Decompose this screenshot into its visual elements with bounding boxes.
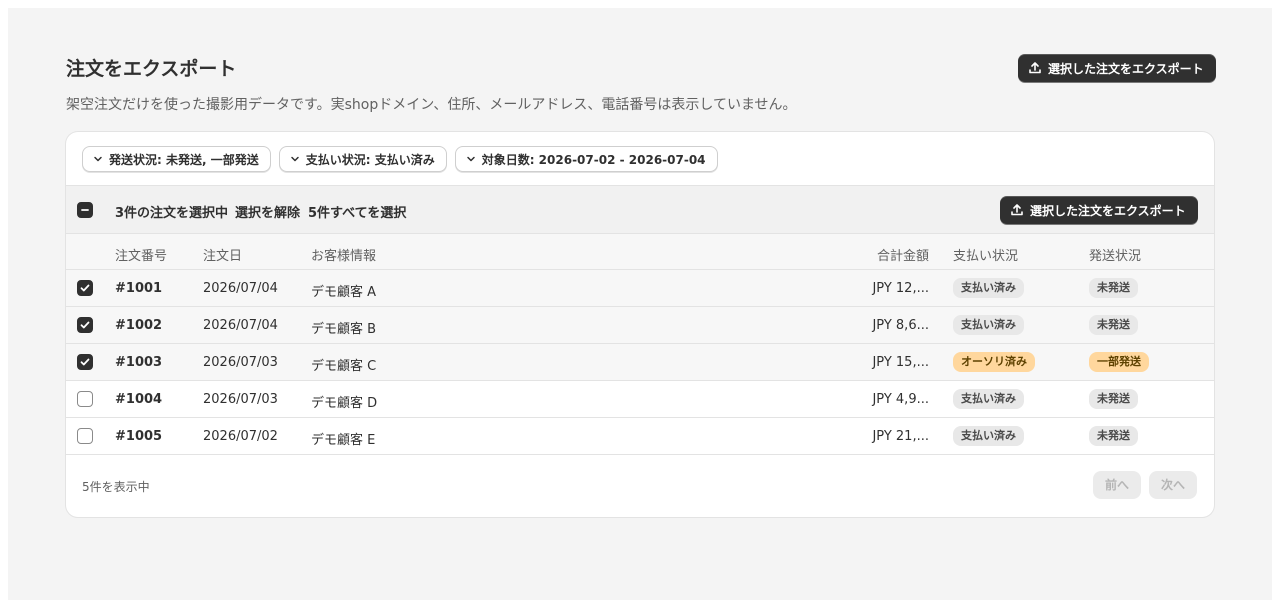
column-order-number[interactable]: 注文番号	[115, 245, 167, 264]
row-checkbox[interactable]	[77, 391, 93, 407]
table-row[interactable]: #1002 2026/07/04 デモ顧客 B JPY 8,6... 支払い済み 未発送	[66, 307, 1214, 344]
checkmark-icon	[80, 321, 90, 329]
bulk-action-bar: 3件の注文を選択中 選択を解除 5件すべてを選択 選択した注文をエクスポート	[66, 185, 1214, 234]
chevron-down-icon	[290, 156, 299, 162]
payment-status-badge: オーソリ済み	[953, 352, 1035, 372]
select-all-checkbox[interactable]	[77, 202, 93, 218]
order-number: #1004	[115, 392, 163, 407]
customer-name: デモ顧客 A	[311, 285, 377, 300]
bulk-export-button-label: 選択した注文をエクスポート	[1030, 203, 1186, 218]
order-total: JPY 4,9...	[872, 392, 929, 407]
checkmark-icon	[80, 284, 90, 292]
selected-count-text: 3件の注文を選択中	[115, 206, 229, 221]
bulk-export-button[interactable]: 選択した注文をエクスポート	[1000, 196, 1198, 224]
column-payment-status[interactable]: 支払い状況	[953, 245, 1018, 264]
next-page-button[interactable]: 次へ	[1149, 471, 1198, 499]
payment-status-badge: 支払い済み	[953, 389, 1024, 409]
orders-card: 発送状況: 未発送, 一部発送 支払い状況: 支払い済み 対象日数: 2026-…	[66, 132, 1214, 517]
fulfillment-status-badge: 未発送	[1089, 315, 1138, 335]
filter-fulfillment-status[interactable]: 発送状況: 未発送, 一部発送	[82, 146, 271, 172]
row-checkbox[interactable]	[77, 280, 93, 296]
row-checkbox[interactable]	[77, 354, 93, 370]
row-checkbox[interactable]	[77, 428, 93, 444]
table-row[interactable]: #1004 2026/07/03 デモ顧客 D JPY 4,9... 支払い済み 未発送	[66, 381, 1214, 418]
table-header: 注文番号 注文日 お客様情報 合計金額 支払い状況 発送状況	[66, 234, 1214, 270]
column-order-date[interactable]: 注文日	[203, 245, 242, 264]
filter-payment-status[interactable]: 支払い状況: 支払い済み	[278, 146, 447, 172]
order-total: JPY 12,...	[872, 281, 929, 296]
customer-name: デモ顧客 E	[311, 433, 376, 448]
order-number: #1001	[115, 281, 163, 296]
order-date: 2026/07/04	[203, 281, 278, 296]
order-total: JPY 21,...	[872, 429, 929, 444]
payment-status-badge: 支払い済み	[953, 315, 1024, 335]
page-title: 注文をエクスポート	[66, 58, 237, 80]
filter-date-range[interactable]: 対象日数: 2026-07-02 - 2026-07-04	[454, 146, 718, 172]
order-date: 2026/07/03	[203, 355, 278, 370]
order-number: #1005	[115, 429, 163, 444]
checkmark-icon	[80, 358, 90, 366]
filter-label: 支払い状況: 支払い済み	[305, 152, 435, 167]
upload-icon	[1011, 204, 1023, 216]
fulfillment-status-badge: 未発送	[1089, 426, 1138, 446]
table-row[interactable]: #1001 2026/07/04 デモ顧客 A JPY 12,... 支払い済み 未発送	[66, 270, 1214, 307]
upload-icon	[1029, 62, 1041, 74]
chevron-down-icon	[466, 156, 475, 162]
chevron-down-icon	[94, 156, 102, 162]
deselect-link[interactable]: 選択を解除	[235, 202, 300, 221]
order-date: 2026/07/02	[203, 429, 278, 444]
export-selected-button[interactable]: 選択した注文をエクスポート	[1018, 54, 1216, 82]
fulfillment-status-badge: 未発送	[1089, 389, 1138, 409]
row-checkbox[interactable]	[77, 317, 93, 333]
filter-bar: 発送状況: 未発送, 一部発送 支払い状況: 支払い済み 対象日数: 2026-…	[82, 146, 718, 172]
order-date: 2026/07/03	[203, 392, 278, 407]
select-all-link[interactable]: 5件すべてを選択	[308, 202, 406, 221]
column-total[interactable]: 合計金額	[877, 245, 929, 264]
export-selected-button-label: 選択した注文をエクスポート	[1048, 61, 1204, 76]
result-count: 5件を表示中	[82, 480, 150, 494]
customer-name: デモ顧客 B	[311, 322, 377, 337]
filter-label: 対象日数: 2026-07-02 - 2026-07-04	[481, 152, 706, 167]
order-number: #1003	[115, 355, 163, 370]
table-row[interactable]: #1003 2026/07/03 デモ顧客 C JPY 15,... オーソリ済み 一部発…	[66, 344, 1214, 381]
filter-label: 発送状況: 未発送, 一部発送	[109, 152, 259, 167]
order-total: JPY 8,6...	[872, 318, 929, 333]
previous-page-button[interactable]: 前へ	[1093, 471, 1142, 499]
customer-name: デモ顧客 D	[311, 396, 378, 411]
minus-icon	[81, 209, 89, 211]
page-subtitle: 架空注文だけを使った撮影用データです。実shopドメイン、住所、メールアドレス、…	[66, 97, 797, 113]
payment-status-badge: 支払い済み	[953, 278, 1024, 298]
order-total: JPY 15,...	[872, 355, 929, 370]
page: 注文をエクスポート 架空注文だけを使った撮影用データです。実shopドメイン、住…	[8, 8, 1272, 600]
order-number: #1002	[115, 318, 163, 333]
table-row[interactable]: #1005 2026/07/02 デモ顧客 E JPY 21,... 支払い済み 未発送	[66, 418, 1214, 455]
customer-name: デモ顧客 C	[311, 359, 377, 374]
order-date: 2026/07/04	[203, 318, 278, 333]
column-customer[interactable]: お客様情報	[311, 245, 376, 264]
payment-status-badge: 支払い済み	[953, 426, 1024, 446]
fulfillment-status-badge: 一部発送	[1089, 352, 1149, 372]
fulfillment-status-badge: 未発送	[1089, 278, 1138, 298]
column-fulfillment-status[interactable]: 発送状況	[1089, 245, 1141, 264]
